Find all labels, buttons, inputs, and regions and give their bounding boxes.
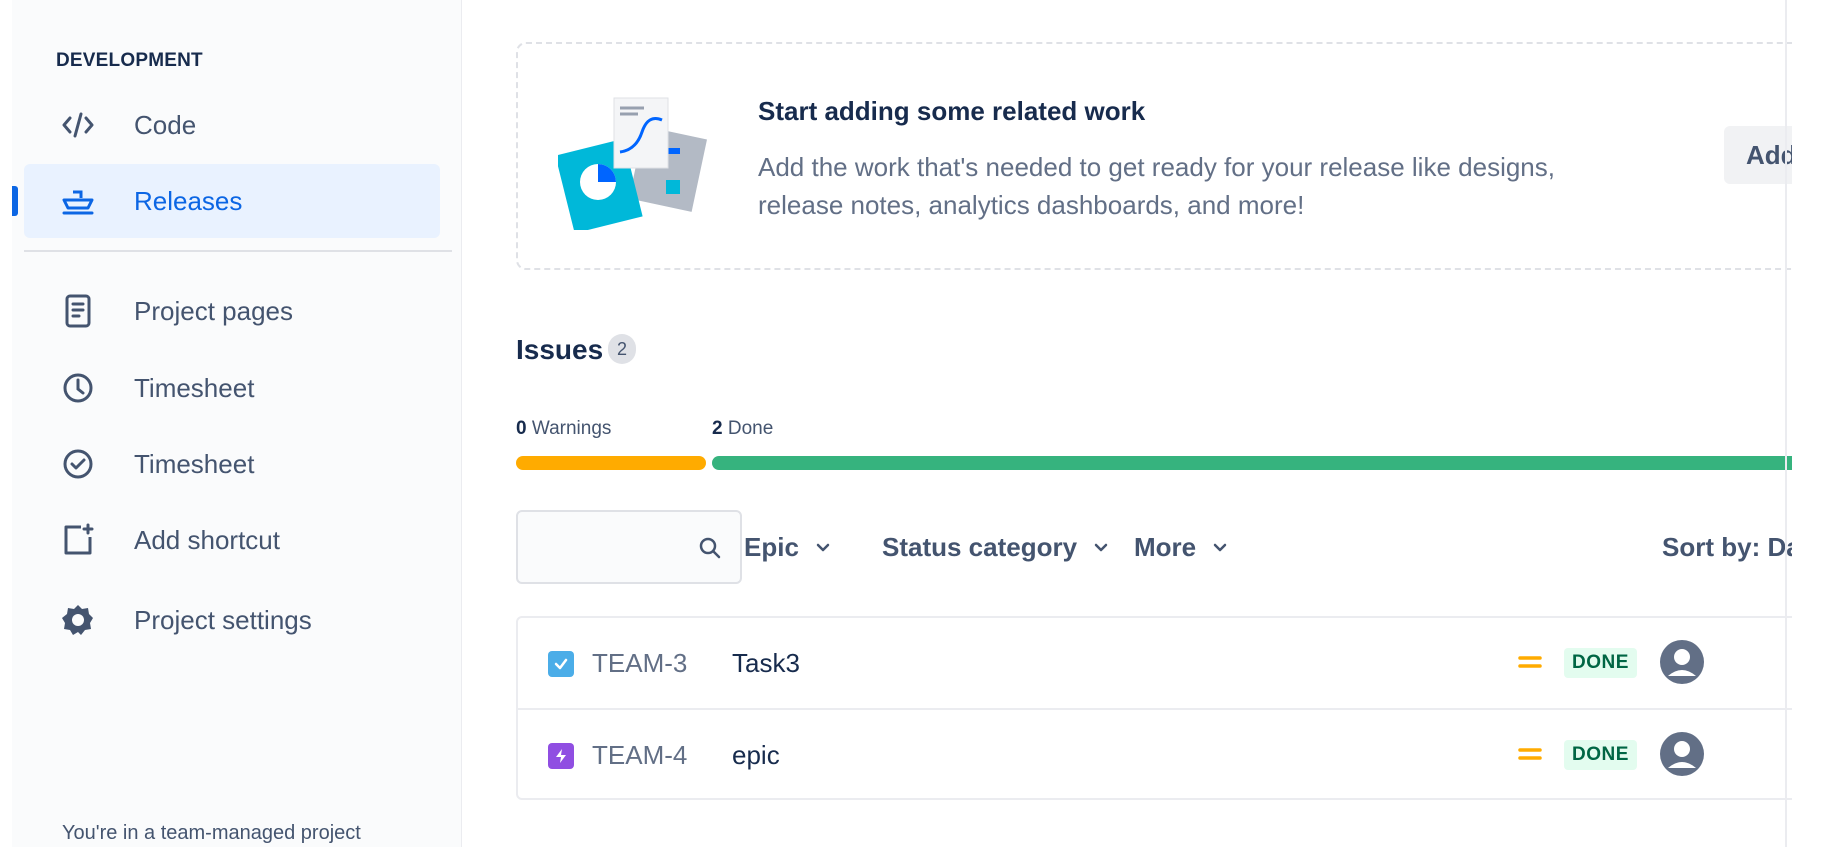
search-icon <box>698 536 722 560</box>
status-badge[interactable]: DONE <box>1564 648 1637 678</box>
epic-filter[interactable]: Epic <box>744 532 831 563</box>
avatar[interactable] <box>1658 730 1706 778</box>
chevron-down-icon <box>816 543 830 551</box>
ship-icon <box>60 183 96 219</box>
issue-row[interactable]: TEAM-3 Task3 DONE <box>518 618 1792 708</box>
more-filter[interactable]: More <box>1134 532 1228 563</box>
issues-heading: Issues <box>516 334 604 365</box>
issue-search-input[interactable] <box>528 526 688 568</box>
avatar[interactable] <box>1658 638 1706 686</box>
medium-priority-icon <box>1518 744 1542 764</box>
more-filter-label: More <box>1134 532 1197 562</box>
warnings-count: 0 <box>516 418 527 439</box>
check-circle-icon <box>60 446 96 482</box>
issues-list: TEAM-3 Task3 DONE TEAM-4 epic DONE <box>516 616 1792 800</box>
page-scroll-border <box>1785 0 1787 847</box>
sidebar-item-project-settings[interactable]: Project settings <box>24 583 440 657</box>
related-work-description: Add the work that's needed to get ready … <box>758 152 1555 220</box>
project-sidebar: DEVELOPMENT Code Releases Project pages <box>12 0 462 847</box>
gear-icon <box>60 602 96 638</box>
app-window: DEVELOPMENT Code Releases Project pages <box>0 0 1821 847</box>
sidebar-item-label: Releases <box>134 185 243 216</box>
add-related-work-button[interactable]: Add rela <box>1724 126 1792 184</box>
clock-icon <box>60 370 96 406</box>
status-category-filter[interactable]: Status category <box>882 532 1109 563</box>
sidebar-item-label: Timesheet <box>134 448 255 479</box>
related-work-illustration <box>555 90 718 234</box>
issue-key[interactable]: TEAM-4 <box>592 740 687 771</box>
sort-by-dropdown[interactable]: Sort by: Da <box>1662 532 1792 563</box>
sidebar-item-label: Project pages <box>134 295 293 326</box>
task-checkbox-icon <box>548 651 574 677</box>
related-work-card: Start adding some related work Add the w… <box>516 42 1792 270</box>
issue-summary[interactable]: Task3 <box>732 648 800 679</box>
sidebar-item-label: Timesheet <box>134 372 255 403</box>
epic-lightning-icon <box>548 743 574 769</box>
sidebar-item-timesheet[interactable]: Timesheet <box>24 351 440 425</box>
issue-search-box[interactable] <box>516 510 742 584</box>
add-shortcut-icon <box>60 522 96 558</box>
sidebar-item-timesheet-2[interactable]: Timesheet <box>24 427 440 501</box>
sidebar-item-releases[interactable]: Releases <box>12 164 440 238</box>
sidebar-item-label: Project settings <box>134 604 312 635</box>
status-category-filter-label: Status category <box>882 532 1078 562</box>
sidebar-divider <box>24 250 452 252</box>
release-main-content: Start adding some related work Add the w… <box>462 0 1792 847</box>
warnings-label: Warnings <box>531 418 612 439</box>
issue-key[interactable]: TEAM-3 <box>592 648 687 679</box>
status-badge[interactable]: DONE <box>1564 740 1637 770</box>
sidebar-item-label: Add shortcut <box>134 524 280 555</box>
code-icon <box>60 107 96 143</box>
epic-filter-label: Epic <box>744 532 799 562</box>
warnings-progress-bar[interactable] <box>516 456 706 470</box>
medium-priority-icon <box>1518 652 1542 672</box>
sidebar-item-label: Code <box>134 109 197 140</box>
sidebar-item-code[interactable]: Code <box>24 88 440 162</box>
sidebar-section-title: DEVELOPMENT <box>56 50 203 71</box>
sidebar-item-project-pages[interactable]: Project pages <box>24 274 440 348</box>
done-stat: 2 Done <box>712 418 773 440</box>
related-work-title: Start adding some related work <box>758 96 1146 126</box>
page-icon <box>60 293 96 329</box>
issue-row[interactable]: TEAM-4 epic DONE <box>518 708 1792 798</box>
issues-count-badge: 2 <box>608 334 636 364</box>
done-label: Done <box>727 418 774 439</box>
active-indicator <box>12 186 18 216</box>
done-progress-bar[interactable] <box>712 456 1792 470</box>
warnings-stat: 0 Warnings <box>516 418 611 440</box>
sidebar-item-add-shortcut[interactable]: Add shortcut <box>24 503 440 577</box>
issue-summary[interactable]: epic <box>732 740 780 771</box>
chevron-down-icon <box>1094 543 1108 551</box>
done-count: 2 <box>712 418 723 439</box>
chevron-down-icon <box>1213 543 1227 551</box>
team-managed-note: You're in a team-managed project <box>62 822 361 844</box>
